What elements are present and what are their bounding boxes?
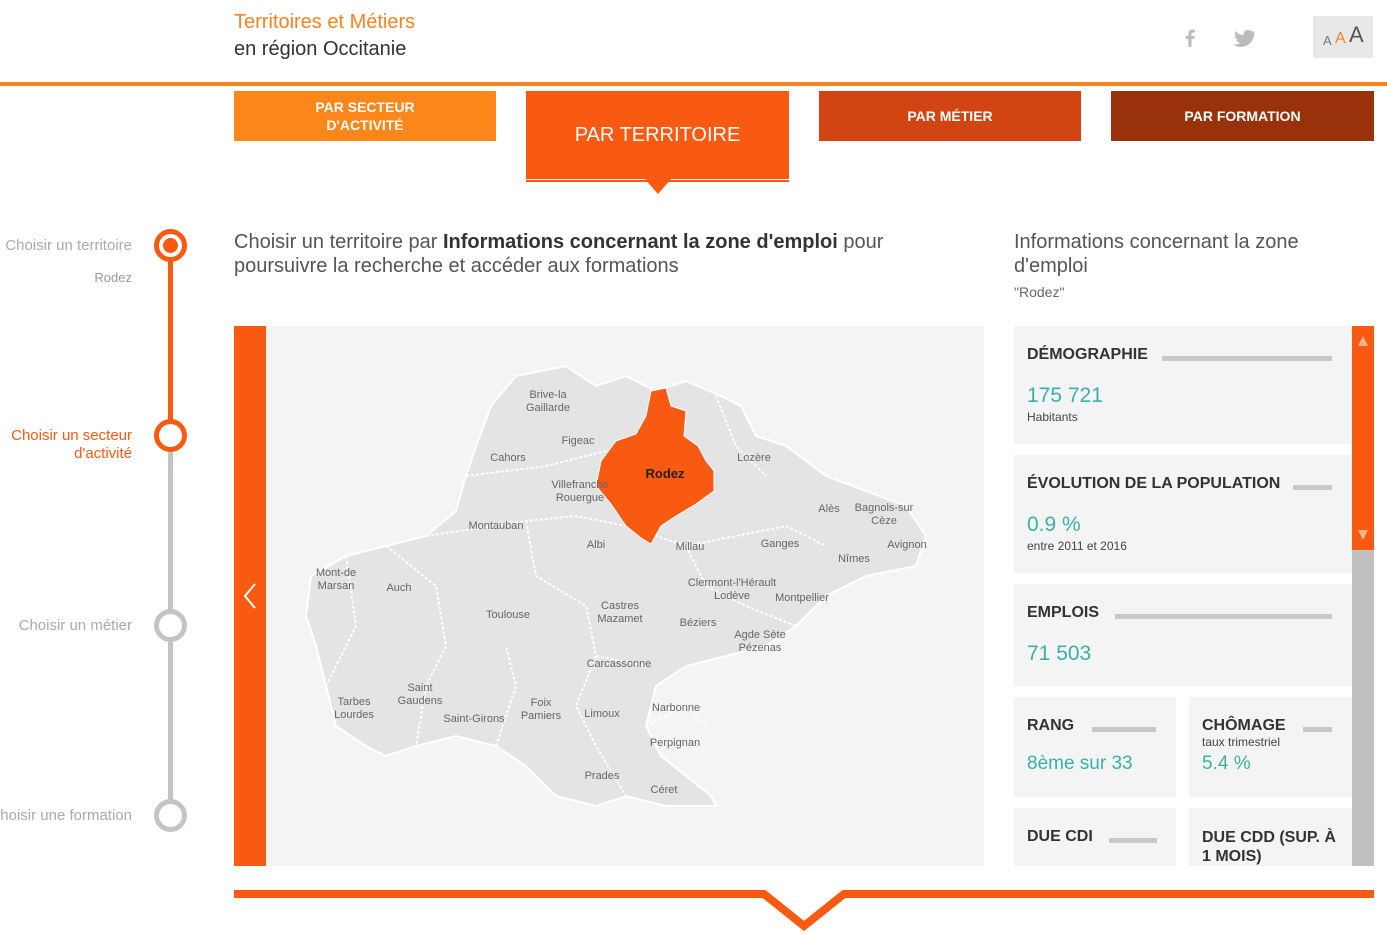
map-zone-label[interactable]: Toulouse xyxy=(486,609,530,621)
card-bar xyxy=(1293,485,1332,490)
card-value: 8ème sur 33 xyxy=(1027,753,1133,774)
card-note: taux trimestriel xyxy=(1202,735,1281,749)
map-zone-label[interactable]: Millau xyxy=(676,541,705,553)
intro-prefix: Choisir un territoire par xyxy=(234,231,443,253)
tab-label: PAR SECTEUR D'ACTIVITÉ xyxy=(315,99,415,133)
map-zone-label[interactable]: Prades xyxy=(585,770,620,782)
card-evolution-population: ÉVOLUTION DE LA POPULATION 0.9 % entre 2… xyxy=(1014,455,1352,573)
site-title[interactable]: Territoires et Métiers xyxy=(234,11,415,34)
scroll-up-icon[interactable] xyxy=(1358,336,1368,346)
map-zone-label[interactable]: Limoux xyxy=(584,708,620,720)
info-zone-name: "Rodez" xyxy=(1014,284,1065,300)
card-value: 71 503 xyxy=(1027,642,1092,665)
tab-territoire[interactable]: PAR TERRITOIRE xyxy=(526,91,789,179)
map-zone-label[interactable]: Albi xyxy=(587,539,605,551)
step-metier-circle[interactable] xyxy=(154,609,187,642)
card-bar xyxy=(1109,838,1157,843)
occitanie-map[interactable]: Brive-la Gaillarde Figeac Cahors Rodez Lozère… xyxy=(266,326,984,866)
map-zone-label[interactable]: Castres Mazamet xyxy=(597,600,642,625)
card-title: DUE CDI xyxy=(1027,828,1093,845)
map-zone-label[interactable]: Carcassonne xyxy=(587,658,652,670)
map-zone-label[interactable]: Béziers xyxy=(680,617,717,629)
card-unit: entre 2011 et 2016 xyxy=(1027,539,1127,553)
card-value: 175 721 xyxy=(1027,384,1103,407)
card-rang: RANG 8ème sur 33 xyxy=(1014,697,1176,797)
map-zone-label[interactable]: Villefranche Rouergue xyxy=(551,479,608,504)
card-demographie: DÉMOGRAPHIE 175 721 Habitants xyxy=(1014,326,1352,444)
site-header: Territoires et Métiers en région Occitan… xyxy=(0,0,1387,86)
map-zone-label[interactable]: Mont-de Marsan xyxy=(316,567,356,592)
card-due-cdi: DUE CDI xyxy=(1014,808,1176,866)
map-zone-label[interactable]: Narbonne xyxy=(652,702,700,714)
map-zone-label[interactable]: Avignon xyxy=(887,539,927,551)
card-chomage: CHÔMAGE taux trimestriel 5.4 % xyxy=(1189,697,1352,797)
font-size-selector[interactable]: A A A xyxy=(1313,16,1373,58)
tab-label: PAR TERRITOIRE xyxy=(574,124,741,146)
map-zone-label[interactable]: Rodez xyxy=(646,466,686,481)
tab-secteur-activite[interactable]: PAR SECTEUR D'ACTIVITÉ xyxy=(234,91,496,141)
map-previous-button[interactable] xyxy=(234,326,266,866)
font-size-small-button[interactable]: A xyxy=(1323,33,1332,48)
scrollbar-thumb[interactable] xyxy=(1352,326,1374,550)
map-zone-label[interactable]: Figeac xyxy=(561,435,595,447)
intro-bold: Informations concernant la zone d'emploi xyxy=(442,231,838,253)
card-emplois: EMPLOIS 71 503 xyxy=(1014,584,1352,686)
font-size-medium-button[interactable]: A xyxy=(1335,30,1346,48)
map-zone-label[interactable]: Lozère xyxy=(737,452,771,464)
tab-label: PAR FORMATION xyxy=(1184,108,1301,124)
active-tab-arrow xyxy=(644,178,672,194)
twitter-icon[interactable] xyxy=(1232,26,1257,50)
step-formation-circle[interactable] xyxy=(154,799,187,832)
info-scrollbar[interactable] xyxy=(1352,326,1374,866)
map-zone-label[interactable]: Cahors xyxy=(490,452,526,464)
map-panel: Brive-la Gaillarde Figeac Cahors Rodez Lozère… xyxy=(234,326,984,866)
map-zone-label[interactable]: Alès xyxy=(818,503,840,515)
step-territoire-circle[interactable] xyxy=(154,229,187,262)
card-title: EMPLOIS xyxy=(1027,604,1100,621)
step-metier-label[interactable]: Choisir un métier xyxy=(19,617,132,634)
card-title: DÉMOGRAPHIE xyxy=(1027,346,1148,363)
chevron-left-icon xyxy=(243,583,256,609)
map-zone-label[interactable]: Perpignan xyxy=(650,737,700,749)
facebook-icon[interactable] xyxy=(1178,26,1202,50)
stepper-line-done xyxy=(168,246,173,436)
card-bar xyxy=(1162,356,1332,361)
scroll-down-icon[interactable] xyxy=(1358,530,1368,540)
tab-metier[interactable]: PAR MÉTIER xyxy=(819,91,1081,141)
map-zone-label[interactable]: Céret xyxy=(651,784,678,796)
card-unit: Habitants xyxy=(1027,410,1078,424)
card-title: ÉVOLUTION DE LA POPULATION xyxy=(1027,475,1281,492)
step-secteur-label[interactable]: Choisir un secteur d'activité xyxy=(0,427,132,463)
card-value: 5.4 % xyxy=(1202,753,1251,774)
card-bar xyxy=(1092,727,1156,732)
step-formation-label[interactable]: Choisir une formation xyxy=(0,807,132,824)
card-value: 0.9 % xyxy=(1027,513,1081,536)
card-due-cdd: DUE CDD (SUP. À 1 MOIS) xyxy=(1189,808,1352,866)
font-size-large-button[interactable]: A xyxy=(1349,22,1364,48)
card-bar xyxy=(1115,614,1332,619)
map-zone-label[interactable]: Agde Sète Pézenas xyxy=(734,629,785,654)
info-title: Informations concernant la zone d'emploi xyxy=(1014,231,1299,277)
map-zone-label[interactable]: Tarbes Lourdes xyxy=(334,696,374,721)
site-subtitle: en région Occitanie xyxy=(234,38,407,60)
step-secteur-circle[interactable] xyxy=(154,419,187,452)
bottom-next-arrow[interactable] xyxy=(234,890,1374,934)
map-zone-label[interactable]: Saint-Girons xyxy=(443,713,505,725)
intro-text: Choisir un territoire par Informations c… xyxy=(234,230,934,278)
card-title: RANG xyxy=(1027,717,1075,734)
map-zone-label[interactable]: Auch xyxy=(386,582,411,594)
map-zone-label[interactable]: Montpellier xyxy=(775,592,829,604)
map-zone-label[interactable]: Nîmes xyxy=(838,553,870,565)
map-zone-label[interactable]: Montauban xyxy=(468,520,523,532)
map-zone-label[interactable]: Brive-la Gaillarde xyxy=(526,389,570,414)
card-title: DUE CDD (SUP. À 1 MOIS) xyxy=(1202,829,1336,865)
tab-formation[interactable]: PAR FORMATION xyxy=(1111,91,1374,141)
step-territoire-label[interactable]: Choisir un territoire xyxy=(5,237,132,254)
tab-label: PAR MÉTIER xyxy=(907,108,993,124)
card-bar xyxy=(1303,727,1332,732)
map-zone-label[interactable]: Ganges xyxy=(761,538,800,550)
card-title: CHÔMAGE xyxy=(1202,717,1286,734)
step-territoire-value: Rodez xyxy=(94,270,132,285)
